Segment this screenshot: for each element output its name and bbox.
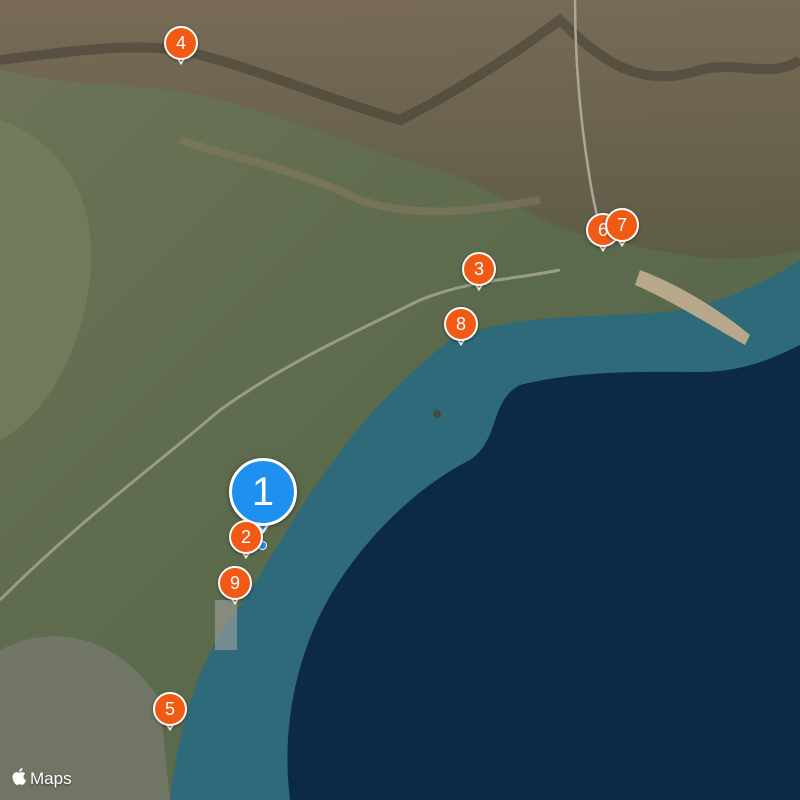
map-marker-3[interactable]: 3: [462, 252, 496, 294]
apple-logo-icon: [12, 767, 28, 790]
marker-label: 9: [218, 566, 252, 600]
marker-label: 5: [153, 692, 187, 726]
marker-label: 2: [229, 520, 263, 554]
map-marker-8[interactable]: 8: [444, 307, 478, 349]
map-marker-4[interactable]: 4: [164, 26, 198, 68]
maps-attribution: Maps: [12, 767, 72, 790]
satellite-map[interactable]: [0, 0, 800, 800]
marker-label: 1: [229, 458, 297, 526]
map-marker-9[interactable]: 9: [218, 566, 252, 608]
maps-label: Maps: [30, 768, 72, 788]
island: [433, 410, 441, 418]
map-marker-5[interactable]: 5: [153, 692, 187, 734]
marker-label: 4: [164, 26, 198, 60]
marker-label: 7: [605, 208, 639, 242]
marker-label: 8: [444, 307, 478, 341]
map-marker-7[interactable]: 7: [605, 208, 639, 250]
map-marker-2[interactable]: 2: [229, 520, 263, 562]
marker-label: 3: [462, 252, 496, 286]
